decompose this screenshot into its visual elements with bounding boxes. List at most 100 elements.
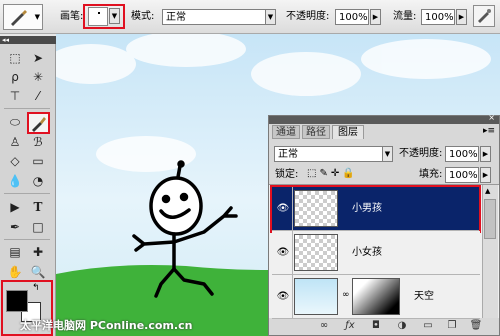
mode-label: 模式: bbox=[131, 11, 155, 22]
tab-paths[interactable]: 路径 bbox=[302, 125, 330, 139]
lock-all-icon[interactable]: 🔒 bbox=[342, 168, 357, 179]
adjustment-layer-icon[interactable]: ◑ bbox=[395, 319, 409, 333]
brush-label: 画笔: bbox=[60, 11, 84, 22]
shape-tool[interactable]: □ bbox=[28, 219, 48, 236]
tab-channels[interactable]: 通道 bbox=[272, 125, 300, 139]
scrollbar-thumb[interactable] bbox=[484, 199, 496, 239]
layer-row-sky[interactable]: 👁 ∞ 天空 bbox=[272, 275, 480, 319]
path-select-tool[interactable]: ▶ bbox=[5, 199, 25, 216]
brush-tool[interactable] bbox=[27, 112, 50, 134]
eye-icon[interactable]: 👁 bbox=[274, 275, 293, 318]
brush-dropdown-button[interactable]: ▼ bbox=[109, 8, 120, 24]
hand-icon: ✋ bbox=[7, 265, 23, 279]
panel-titlebar[interactable]: × bbox=[269, 113, 499, 124]
trash-icon[interactable]: 🗑 bbox=[469, 319, 483, 333]
blur-tool[interactable]: 💧 bbox=[5, 173, 25, 190]
tab-layers[interactable]: 图层 bbox=[332, 125, 364, 139]
layer-list-scrollbar[interactable]: ▲ bbox=[482, 185, 498, 318]
toolbox-divider bbox=[4, 108, 50, 109]
opacity-slider-button[interactable]: ▶ bbox=[370, 9, 381, 25]
layer-mask-thumbnail[interactable] bbox=[352, 278, 400, 315]
eye-icon[interactable]: 👁 bbox=[274, 231, 293, 274]
tool-preset-picker[interactable]: ▼ bbox=[3, 4, 43, 30]
type-tool[interactable]: T bbox=[28, 199, 48, 216]
layer-row-girl[interactable]: 👁 小女孩 bbox=[272, 231, 480, 275]
new-layer-icon[interactable]: ❐ bbox=[445, 319, 459, 333]
dodge-icon: ◔ bbox=[32, 174, 44, 188]
move-tool[interactable]: ➤ bbox=[28, 50, 48, 67]
toolbox-divider bbox=[4, 239, 50, 240]
new-group-icon[interactable]: ▭ bbox=[421, 319, 435, 333]
healing-tool[interactable]: ⬭ bbox=[5, 114, 25, 131]
eyedropper-tool[interactable]: ⁄ bbox=[28, 88, 48, 105]
fill-slider-button[interactable]: ▶ bbox=[480, 167, 491, 183]
link-icon: ∞ bbox=[342, 290, 350, 300]
close-icon[interactable]: × bbox=[488, 113, 495, 122]
dodge-tool[interactable]: ◔ bbox=[28, 173, 48, 190]
eyedropper-sample-tool[interactable]: ✚ bbox=[28, 244, 48, 261]
gradient-tool[interactable]: ▭ bbox=[28, 153, 48, 170]
layer-list: 👁 小男孩 👁 小女孩 👁 ∞ 天空 ▲ bbox=[269, 184, 499, 319]
eraser-tool[interactable]: ◇ bbox=[5, 153, 25, 170]
mode-select[interactable]: 正常 bbox=[162, 9, 266, 25]
selected-layer-highlight bbox=[270, 185, 481, 233]
opacity-label: 不透明度: bbox=[286, 11, 330, 22]
magic-wand-tool[interactable]: ✳ bbox=[28, 69, 48, 86]
blend-mode-select[interactable]: 正常 bbox=[274, 146, 386, 162]
pen-tool[interactable]: ✒ bbox=[5, 219, 25, 236]
add-mask-icon[interactable]: ◘ bbox=[369, 319, 383, 333]
brush-icon bbox=[32, 117, 46, 132]
blend-mode-dropdown-button[interactable]: ▼ bbox=[382, 146, 393, 162]
notes-tool[interactable]: ▤ bbox=[5, 244, 25, 261]
fill-label: 填充: bbox=[419, 169, 443, 180]
lock-transparent-icon[interactable]: ⬚ bbox=[307, 168, 319, 179]
layer-opacity-label: 不透明度: bbox=[399, 148, 443, 159]
layer-opacity-slider-button[interactable]: ▶ bbox=[480, 146, 491, 162]
blur-icon: 💧 bbox=[7, 174, 23, 188]
lasso-tool[interactable]: ρ bbox=[5, 69, 25, 86]
layer-opacity-input[interactable]: 100% bbox=[445, 146, 479, 162]
lock-move-icon[interactable]: ✛ bbox=[331, 168, 342, 179]
opacity-input[interactable]: 100% bbox=[335, 9, 369, 25]
layer-thumbnail bbox=[294, 278, 338, 315]
foreground-color-swatch[interactable] bbox=[6, 290, 28, 312]
scroll-up-icon[interactable]: ▲ bbox=[485, 187, 490, 195]
zoom-tool[interactable]: 🔍 bbox=[28, 264, 48, 281]
lock-options[interactable]: ⬚✎✛🔒 bbox=[307, 168, 358, 179]
toolbox-divider bbox=[4, 193, 50, 194]
chevron-down-icon: ▼ bbox=[34, 13, 40, 21]
airbrush-icon bbox=[478, 9, 491, 23]
toolbox-header[interactable]: ◂◂ bbox=[0, 36, 57, 44]
lock-label: 锁定: bbox=[275, 169, 299, 180]
panel-menu-icon[interactable]: ▸≡ bbox=[483, 126, 495, 136]
crop-tool[interactable]: ⊤ bbox=[5, 88, 25, 105]
gradient-icon: ▭ bbox=[32, 154, 44, 168]
airbrush-button[interactable] bbox=[473, 5, 495, 27]
options-bar: ▼ 画笔: ▼ 模式: 正常 ▼ 不透明度: 100% ▶ 流量: 100% ▶ bbox=[0, 0, 500, 34]
magic-wand-icon: ✳ bbox=[32, 70, 44, 84]
lasso-icon: ρ bbox=[11, 70, 19, 84]
mode-dropdown-button[interactable]: ▼ bbox=[265, 9, 276, 25]
marquee-tool[interactable]: ⬚ bbox=[5, 50, 25, 67]
flow-slider-button[interactable]: ▶ bbox=[456, 9, 467, 25]
flow-input[interactable]: 100% bbox=[421, 9, 455, 25]
hand-tool[interactable]: ✋ bbox=[5, 264, 25, 281]
lock-brush-icon[interactable]: ✎ bbox=[319, 168, 330, 179]
move-icon: ➤ bbox=[32, 51, 44, 65]
type-icon: T bbox=[33, 200, 43, 214]
brush-preset-picker[interactable] bbox=[88, 7, 108, 26]
eraser-icon: ◇ bbox=[10, 154, 20, 168]
shape-icon: □ bbox=[32, 220, 44, 234]
fill-input[interactable]: 100% bbox=[445, 167, 479, 183]
notes-icon: ▤ bbox=[9, 245, 21, 259]
fx-icon[interactable]: ƒx bbox=[343, 319, 357, 333]
swap-colors-icon[interactable]: ↰ bbox=[32, 283, 40, 293]
flow-label: 流量: bbox=[393, 11, 417, 22]
crop-icon: ⊤ bbox=[9, 89, 21, 103]
history-brush-tool[interactable]: ℬ bbox=[28, 134, 48, 151]
link-layers-icon[interactable]: ∞ bbox=[317, 319, 331, 333]
layer-name: 天空 bbox=[414, 291, 434, 302]
watermark: 太平洋电脑网 PConline.com.cn bbox=[20, 319, 193, 332]
healing-icon: ⬭ bbox=[9, 115, 21, 129]
stamp-tool[interactable]: ♙ bbox=[5, 134, 25, 151]
